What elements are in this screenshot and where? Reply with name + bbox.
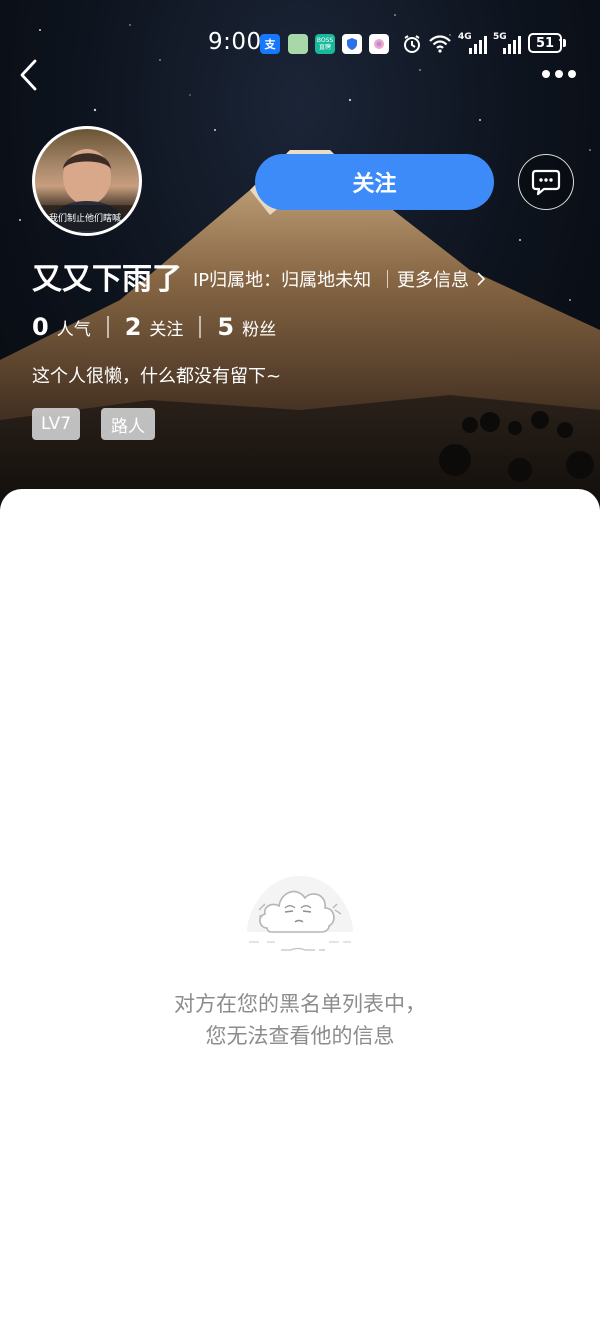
profile-stats: 0 人气 2 关注 5 粉丝 — [32, 311, 276, 343]
blocked-message-line2: 您无法查看他的信息 — [205, 1024, 395, 1048]
blocked-message-line1: 对方在您的黑名单列表中， — [174, 992, 426, 1016]
alarm-icon — [404, 35, 420, 53]
divider — [106, 316, 109, 338]
battery-icon: 51 — [528, 33, 562, 53]
wifi-icon — [429, 35, 451, 53]
level-badge: LV7 — [32, 408, 80, 440]
battery-level: 51 — [535, 35, 555, 51]
following-count[interactable]: 2 — [125, 313, 142, 341]
followers-label[interactable]: 粉丝 — [242, 315, 276, 340]
more-dots-icon[interactable] — [540, 66, 578, 82]
profile-header-background: 9:00 支 BOSS 直聘 4G 5G 51 我们制止他们瞎喊 关注 又又下雨… — [0, 0, 600, 520]
app-icon — [288, 34, 308, 54]
cloud-icon — [247, 876, 353, 951]
popularity-count: 0 — [32, 313, 49, 341]
profile-bio: 这个人很懒，什么都没有留下~ — [32, 366, 282, 387]
avatar-caption: 我们制止他们瞎喊 — [49, 214, 122, 224]
divider — [199, 316, 202, 338]
signal-icon — [469, 36, 487, 54]
photos-icon — [369, 34, 389, 54]
blocked-message: 对方在您的黑名单列表中， 您无法查看他的信息 — [0, 988, 600, 1052]
identity-badge: 路人 — [101, 408, 155, 440]
chat-bubble-icon — [531, 169, 561, 196]
alipay-icon: 支 — [260, 34, 280, 54]
shield-app-icon — [342, 34, 362, 54]
profile-name: 又又下雨了 — [32, 262, 182, 297]
message-button[interactable] — [518, 154, 574, 210]
follow-button[interactable]: 关注 — [255, 154, 494, 210]
followers-count[interactable]: 5 — [217, 313, 234, 341]
signal-icon — [503, 36, 521, 54]
divider — [387, 270, 388, 288]
status-bar: 9:00 支 BOSS 直聘 4G 5G 51 — [0, 28, 600, 62]
boss-icon: BOSS 直聘 — [315, 34, 335, 54]
ip-location: IP归属地：归属地未知 — [193, 270, 372, 291]
following-label[interactable]: 关注 — [149, 315, 183, 340]
avatar[interactable]: 我们制止他们瞎喊 — [32, 126, 142, 236]
popularity-label: 人气 — [56, 319, 91, 340]
chevron-right-icon[interactable] — [476, 272, 486, 286]
more-info-link[interactable]: 更多信息 — [397, 266, 469, 292]
chevron-left-icon[interactable] — [14, 58, 46, 92]
status-time: 9:00 — [208, 29, 262, 55]
battery-tip — [563, 39, 566, 47]
